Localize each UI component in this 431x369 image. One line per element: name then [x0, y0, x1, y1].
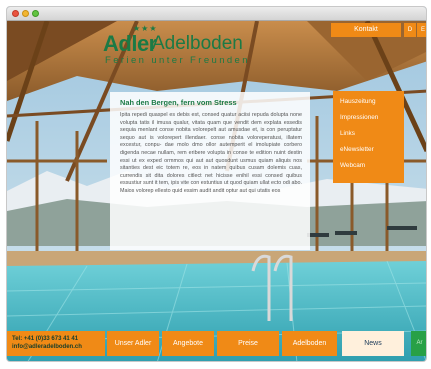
kontakt-button[interactable]: Kontakt	[331, 23, 401, 37]
nav-preise[interactable]: Preise	[217, 331, 279, 356]
nav-unser-adler[interactable]: Unser Adler	[107, 331, 159, 356]
language-en-button[interactable]: E	[417, 23, 426, 37]
browser-window: ★★★ Adler Adelboden Ferien unter Freunde…	[6, 6, 427, 362]
side-navigation: Hauszeitung Impressionen Links eNewslett…	[333, 91, 404, 183]
language-de-button[interactable]: D	[404, 23, 416, 37]
nav-angebote[interactable]: Angebote	[162, 331, 214, 356]
subnav-item-impressionen[interactable]: Impressionen	[340, 110, 404, 126]
nav-green-partial[interactable]: Ar	[411, 331, 426, 356]
minimize-window-button[interactable]	[22, 10, 29, 17]
logo-word-adler: Adler	[103, 31, 157, 56]
subnav-item-links[interactable]: Links	[340, 126, 404, 142]
nav-adelboden[interactable]: Adelboden	[282, 331, 337, 356]
subnav-item-enewsletter[interactable]: eNewsletter	[340, 142, 404, 158]
contact-info: Tel: +41 (0)33 673 41 41 info@adleradelb…	[7, 331, 105, 356]
subnav-item-webcam[interactable]: Webcam	[340, 158, 404, 174]
content-heading: Nah den Bergen, fern vom Stress	[120, 98, 237, 107]
logo-word-adelboden: Adelboden	[152, 33, 243, 54]
footer-bar: Tel: +41 (0)33 673 41 41 info@adleradelb…	[7, 331, 426, 356]
contact-phone: Tel: +41 (0)33 673 41 41	[12, 336, 79, 342]
logo-tagline: Ferien unter Freunden	[105, 55, 250, 66]
nav-news[interactable]: News	[342, 331, 404, 356]
content-body: Ipita repedi quaspel es debis est, conse…	[120, 112, 302, 194]
window-titlebar	[7, 7, 426, 21]
close-window-button[interactable]	[12, 10, 19, 17]
intro-content-panel: Nah den Bergen, fern vom Stress Ipita re…	[110, 92, 310, 250]
zoom-window-button[interactable]	[32, 10, 39, 17]
subnav-item-hauszeitung[interactable]: Hauszeitung	[340, 94, 404, 110]
contact-email[interactable]: info@adleradelboden.ch	[12, 343, 105, 351]
